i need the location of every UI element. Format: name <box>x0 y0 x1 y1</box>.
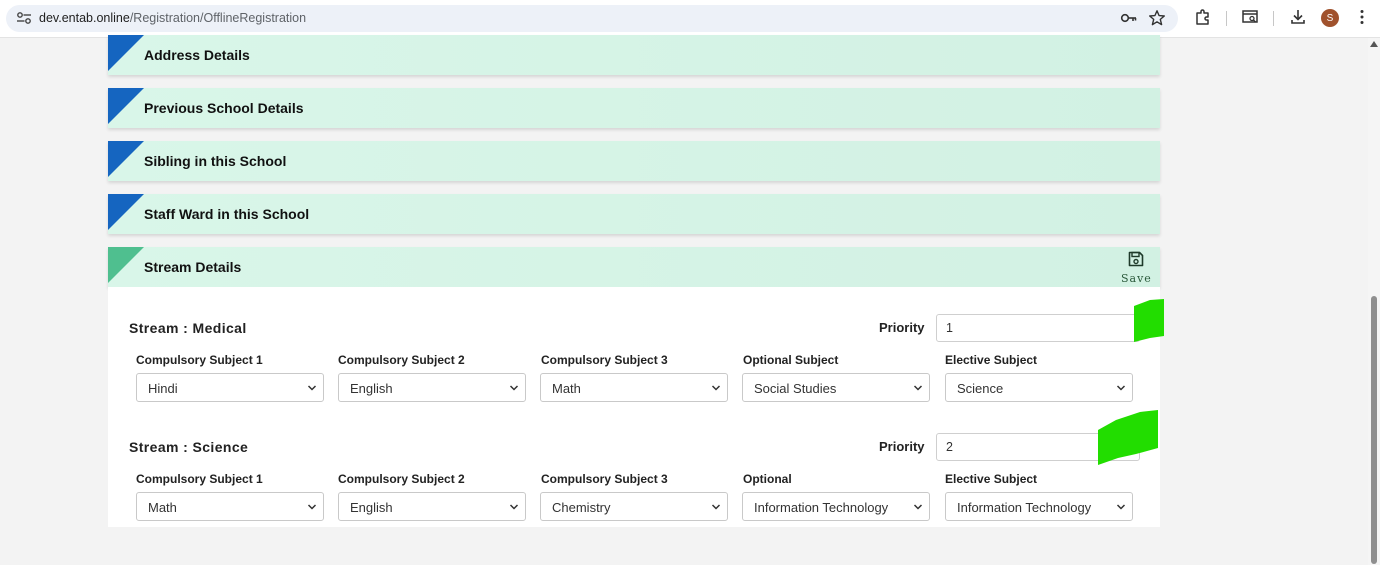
chevron-down-icon <box>711 504 721 510</box>
toolbar-separator <box>1273 11 1274 26</box>
url-host: dev.entab.online <box>39 11 130 25</box>
save-label: Save <box>1121 272 1152 285</box>
selected-value: Math <box>148 500 177 515</box>
compulsory-subject-2-select[interactable]: English <box>338 492 526 521</box>
site-settings-icon[interactable] <box>16 11 32 25</box>
bookmark-star-icon[interactable] <box>1148 9 1166 27</box>
field-label: Compulsory Subject 3 <box>541 353 668 367</box>
url-text[interactable]: dev.entab.online/Registration/OfflineReg… <box>39 11 306 25</box>
url-path: /Registration/OfflineRegistration <box>129 11 307 25</box>
compulsory-subject-1-select[interactable]: Math <box>136 492 324 521</box>
selected-value: Chemistry <box>552 500 611 515</box>
annotation-highlight-mark <box>1098 410 1158 465</box>
selected-value: Social Studies <box>754 381 837 396</box>
compulsory-subject-3-select[interactable]: Math <box>540 373 728 402</box>
priority-label: Priority <box>879 439 925 454</box>
browser-toolbar: dev.entab.online/Registration/OfflineReg… <box>0 0 1380 38</box>
chevron-down-icon <box>1116 504 1126 510</box>
vertical-scrollbar[interactable] <box>1368 38 1380 565</box>
compulsory-subject-2-select[interactable]: English <box>338 373 526 402</box>
section-title: Address Details <box>144 47 250 63</box>
section-title: Stream Details <box>144 259 242 275</box>
selected-value: Information Technology <box>957 500 1092 515</box>
selected-value: Math <box>552 381 581 396</box>
selected-value: Science <box>957 381 1004 396</box>
section-title: Sibling in this School <box>144 153 287 169</box>
section-title: Previous School Details <box>144 100 304 116</box>
optional-select[interactable]: Information Technology <box>742 492 930 521</box>
stream-title-medical: Stream : Medical <box>129 320 247 336</box>
corner-tab <box>108 35 144 71</box>
field-label: Elective Subject <box>945 353 1038 367</box>
annotation-highlight-mark <box>1134 299 1164 342</box>
selected-value: English <box>350 500 393 515</box>
chevron-down-icon <box>509 504 519 510</box>
corner-tab <box>108 194 144 230</box>
field-label: Compulsory Subject 1 <box>136 472 263 486</box>
stream-title-science: Stream : Science <box>129 439 249 455</box>
compulsory-subject-3-select[interactable]: Chemistry <box>540 492 728 521</box>
save-button[interactable]: Save <box>1118 248 1154 288</box>
download-icon[interactable] <box>1289 8 1307 26</box>
selected-value: Hindi <box>148 381 178 396</box>
elective-subject-select[interactable]: Information Technology <box>945 492 1133 521</box>
elective-subject-select[interactable]: Science <box>945 373 1133 402</box>
section-title: Staff Ward in this School <box>144 206 310 222</box>
section-sibling-in-school[interactable]: Sibling in this School <box>108 141 1160 181</box>
chevron-down-icon <box>307 385 317 391</box>
profile-avatar[interactable]: S <box>1321 9 1339 27</box>
scroll-up-arrow-icon[interactable] <box>1370 41 1378 47</box>
extensions-icon[interactable] <box>1194 8 1212 26</box>
compulsory-subject-1-select[interactable]: Hindi <box>136 373 324 402</box>
tab-search-icon[interactable] <box>1241 8 1259 26</box>
corner-tab <box>108 88 144 124</box>
field-label: Optional Subject <box>743 353 839 367</box>
chevron-down-icon <box>1116 385 1126 391</box>
chevron-down-icon <box>711 385 721 391</box>
field-label: Elective Subject <box>945 472 1038 486</box>
key-icon[interactable] <box>1120 9 1138 27</box>
address-bar[interactable]: dev.entab.online/Registration/OfflineReg… <box>6 5 1178 32</box>
field-label: Compulsory Subject 2 <box>338 472 465 486</box>
section-previous-school-details[interactable]: Previous School Details <box>108 88 1160 128</box>
chevron-down-icon <box>307 504 317 510</box>
selected-value: Information Technology <box>754 500 889 515</box>
section-address-details[interactable]: Address Details <box>108 35 1160 75</box>
toolbar-separator <box>1226 11 1227 26</box>
optional-subject-select[interactable]: Social Studies <box>742 373 930 402</box>
chevron-down-icon <box>913 385 923 391</box>
field-label: Optional <box>743 472 792 486</box>
chevron-down-icon <box>509 385 519 391</box>
chevron-down-icon <box>913 504 923 510</box>
corner-tab <box>108 141 144 177</box>
section-stream-details[interactable]: Stream Details <box>108 247 1160 287</box>
field-label: Compulsory Subject 1 <box>136 353 263 367</box>
section-staff-ward[interactable]: Staff Ward in this School <box>108 194 1160 234</box>
priority-label: Priority <box>879 320 925 335</box>
priority-input-medical[interactable] <box>936 314 1140 342</box>
scrollbar-thumb[interactable] <box>1371 296 1377 564</box>
more-menu-icon[interactable] <box>1353 8 1371 26</box>
selected-value: English <box>350 381 393 396</box>
field-label: Compulsory Subject 3 <box>541 472 668 486</box>
corner-tab <box>108 247 144 283</box>
save-icon <box>1128 251 1144 267</box>
field-label: Compulsory Subject 2 <box>338 353 465 367</box>
